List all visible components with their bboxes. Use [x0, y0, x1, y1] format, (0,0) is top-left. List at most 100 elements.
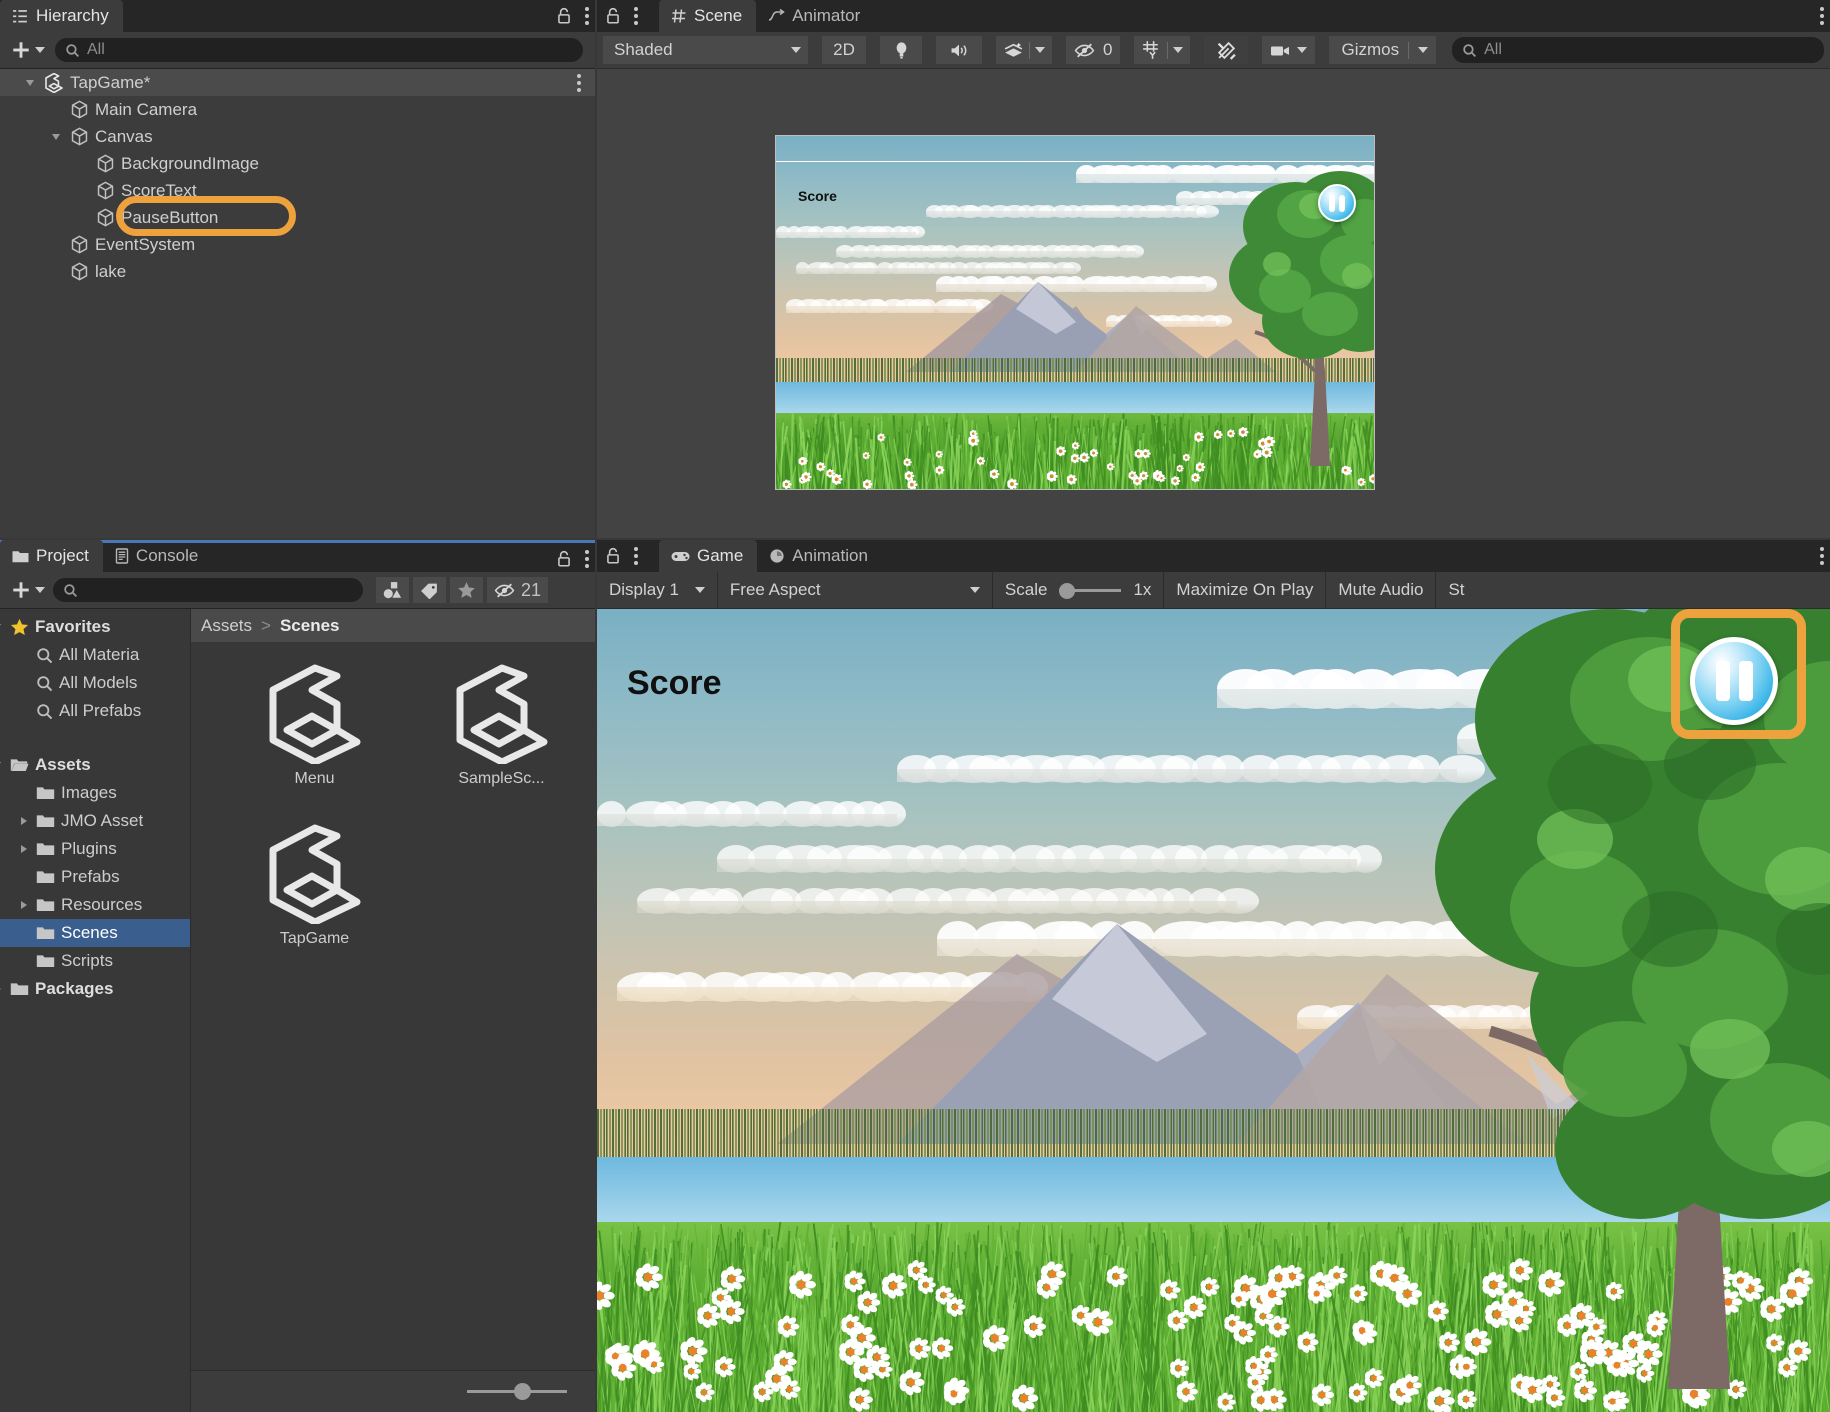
game-panel-menu-icon[interactable] [633, 547, 638, 565]
project-tree-item-scripts[interactable]: Scripts [0, 947, 190, 975]
unity-scene-icon [44, 73, 64, 93]
game-window-menu-icon[interactable] [1819, 547, 1824, 565]
maximize-on-play-toggle[interactable]: Maximize On Play [1164, 572, 1326, 609]
collapse-arrow-icon[interactable] [52, 134, 60, 140]
game-pause-button[interactable] [1690, 637, 1778, 725]
scene-fx-dropdown[interactable] [996, 36, 1052, 64]
scene-search-input[interactable]: All [1452, 37, 1824, 63]
collapse-arrow-icon[interactable] [0, 762, 1, 768]
hierarchy-item-pausebutton[interactable]: PauseButton [0, 204, 595, 231]
chevron-down-icon [35, 47, 45, 53]
project-menu-icon[interactable] [584, 550, 589, 568]
tab-animator[interactable]: Animator [756, 0, 874, 32]
tab-scene[interactable]: Scene [659, 0, 756, 32]
project-tree-item-scenes[interactable]: Scenes [0, 919, 190, 947]
project-tree-item-images[interactable]: Images [0, 779, 190, 807]
hierarchy-search-input[interactable]: All [55, 38, 583, 62]
hierarchy-item-scoretext[interactable]: ScoreText [0, 177, 595, 204]
folder-icon [36, 869, 55, 885]
lock-icon[interactable] [556, 7, 572, 25]
star-icon [457, 581, 476, 599]
create-asset-button[interactable] [6, 579, 49, 601]
hierarchy-item-lake[interactable]: lake [0, 258, 595, 285]
hierarchy-item-tapgame[interactable]: TapGame* [0, 69, 595, 96]
expand-arrow-icon[interactable] [21, 817, 27, 825]
project-tree-item-plugins[interactable]: Plugins [0, 835, 190, 863]
project-search-input[interactable] [53, 578, 363, 602]
mute-audio-toggle[interactable]: Mute Audio [1326, 572, 1436, 609]
expand-arrow-icon[interactable] [21, 901, 27, 909]
shading-mode-dropdown[interactable]: Shaded [603, 36, 808, 64]
project-tree-item-label: Scripts [61, 951, 113, 971]
cloud-base [597, 814, 897, 826]
project-tree-item-jmoasset[interactable]: JMO Asset [0, 807, 190, 835]
scene-window-menu-icon[interactable] [1819, 7, 1824, 25]
project-tree-item-packages[interactable]: Packages [0, 975, 190, 1003]
chevron-down-icon [1173, 47, 1183, 53]
game-viewport[interactable]: Score [597, 609, 1830, 1412]
filter-favorites-button[interactable] [450, 577, 483, 603]
aspect-dropdown[interactable]: Free Aspect [718, 572, 993, 609]
asset-zoom-slider[interactable] [467, 1382, 567, 1402]
scene-pause-button[interactable] [1318, 184, 1356, 222]
mute-audio-label: Mute Audio [1338, 580, 1423, 600]
filter-by-type-button[interactable] [376, 577, 409, 603]
create-gameobject-button[interactable] [6, 39, 49, 61]
game-landscape: Score [597, 609, 1830, 1412]
collapse-arrow-icon[interactable] [26, 80, 34, 86]
asset-item[interactable]: SampleSc... [408, 664, 595, 824]
hierarchy-item-canvas[interactable]: Canvas [0, 123, 595, 150]
scene-camera-dropdown[interactable] [1262, 36, 1315, 64]
tab-hierarchy[interactable]: Hierarchy [0, 0, 123, 32]
hierarchy-item-eventsystem[interactable]: EventSystem [0, 231, 595, 258]
scene-panel: Scene Animator Shaded 2D 0 Gizmos All Sc… [597, 0, 1830, 538]
hierarchy-tree: TapGame* Main Camera Canvas BackgroundIm… [0, 69, 595, 285]
tab-animation[interactable]: Animation [757, 540, 882, 572]
hierarchy-menu-icon[interactable] [584, 7, 589, 25]
scene-tools-button[interactable] [1204, 36, 1248, 64]
gizmos-dropdown[interactable]: Gizmos [1329, 36, 1436, 64]
expand-arrow-icon[interactable] [21, 845, 27, 853]
breadcrumb-current[interactable]: Scenes [280, 616, 340, 636]
collapse-arrow-icon[interactable] [0, 624, 1, 630]
expand-arrow-icon[interactable] [0, 985, 1, 993]
breadcrumb-root[interactable]: Assets [201, 616, 252, 636]
tab-game[interactable]: Game [659, 540, 757, 572]
asset-item[interactable]: TapGame [221, 824, 408, 984]
toggle-2d-button[interactable]: 2D [822, 36, 866, 64]
filter-by-label-button[interactable] [413, 577, 446, 603]
stats-toggle[interactable]: St [1436, 572, 1476, 609]
lock-icon[interactable] [556, 550, 572, 568]
toggle-2d-label: 2D [833, 40, 855, 60]
project-tree-item-prefabs[interactable]: Prefabs [0, 863, 190, 891]
asset-item[interactable]: Menu [221, 664, 408, 824]
hierarchy-item-backgroundimage[interactable]: BackgroundImage [0, 150, 595, 177]
lock-icon[interactable] [605, 7, 621, 25]
scene-viewport[interactable]: Score [597, 69, 1830, 538]
project-tree-item-allprefabs[interactable]: All Prefabs [0, 697, 190, 725]
scene-audio-toggle[interactable] [936, 36, 982, 64]
asset-item-label: TapGame [280, 930, 349, 948]
scene-grid-dropdown[interactable] [1134, 36, 1190, 64]
hierarchy-row-menu-icon[interactable] [576, 74, 581, 92]
tab-project[interactable]: Project [0, 540, 103, 572]
project-tree-item-favorites[interactable]: Favorites [0, 613, 190, 641]
project-tree-item-resources[interactable]: Resources [0, 891, 190, 919]
display-dropdown[interactable]: Display 1 [597, 572, 718, 609]
tab-console[interactable]: Console [103, 540, 212, 572]
project-tree-item-assets[interactable]: Assets [0, 751, 190, 779]
scale-slider-group[interactable]: Scale 1x [993, 572, 1165, 609]
scene-panel-menu-icon[interactable] [633, 7, 638, 25]
hierarchy-item-maincamera[interactable]: Main Camera [0, 96, 595, 123]
scene-visibility-toggle[interactable]: 0 [1066, 36, 1120, 64]
scene-lighting-toggle[interactable] [880, 36, 922, 64]
game-tabbar: Game Animation [597, 540, 1830, 572]
clock-icon [769, 548, 785, 564]
slider-knob[interactable] [514, 1383, 531, 1400]
project-visibility-toggle[interactable]: 21 [487, 577, 548, 603]
gameobject-icon [70, 127, 89, 146]
lock-icon[interactable] [605, 547, 621, 565]
project-tree-item-allmateria[interactable]: All Materia [0, 641, 190, 669]
project-tree-item-allmodels[interactable]: All Models [0, 669, 190, 697]
scale-slider[interactable] [1059, 581, 1121, 599]
